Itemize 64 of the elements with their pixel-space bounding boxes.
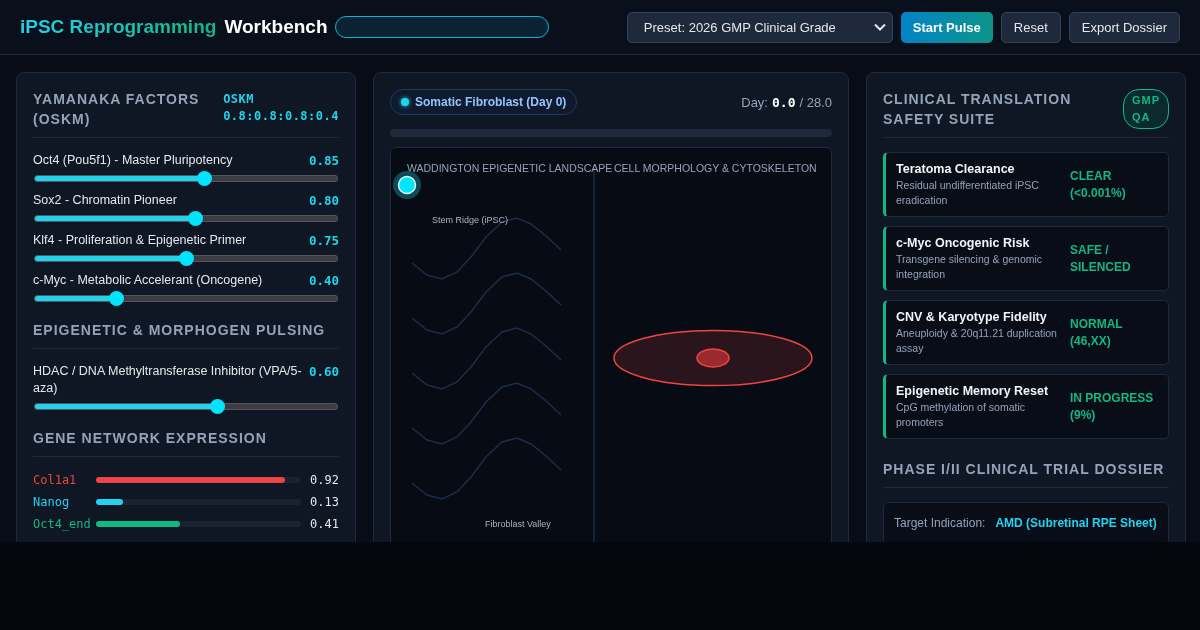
slider-thumb[interactable] xyxy=(197,171,213,186)
preset-dropdown[interactable]: Preset: 2026 GMP Clinical Grade xyxy=(626,11,893,43)
slider-label: c-Myc - Metabolic Accelerant (Oncogene) xyxy=(33,272,263,289)
landscape-label: Stem Ridge (iPSC) xyxy=(432,215,509,225)
day-total: / 28.0 xyxy=(799,94,832,110)
check-description: CpG methylation of somatic promoters xyxy=(896,400,1026,430)
section-title: PHASE I/II CLINICAL TRIAL DOSSIER xyxy=(883,459,1169,488)
check-status: IN PROGRESS (9%) xyxy=(1070,389,1155,424)
check-description: Residual undifferentiated iPSC eradication xyxy=(896,178,1040,208)
expression-value: 0.13 xyxy=(309,494,339,509)
cell-ball-icon xyxy=(393,171,421,199)
slider-thumb[interactable] xyxy=(108,291,124,306)
gene-name: Nanog xyxy=(33,494,71,509)
day-value: 0.0 xyxy=(772,94,796,110)
slider-thumb[interactable] xyxy=(179,251,194,266)
slider-label: Oct4 (Pou5f1) - Master Pluripotency xyxy=(33,152,233,169)
section-title: CLINICAL TRANSLATION SAFETY SUITE xyxy=(883,90,1073,129)
dossier-value: AMD (Subretinal RPE Sheet) xyxy=(995,515,1157,532)
slider-thumb[interactable] xyxy=(188,211,204,226)
check-name: Teratoma Clearance xyxy=(896,161,1016,177)
slider[interactable] xyxy=(33,211,339,226)
slider-value: 0.80 xyxy=(308,192,339,209)
landscape-label: Fibroblast Valley xyxy=(485,519,551,529)
section-title: YAMANAKA FACTORS (OSKM) xyxy=(33,90,201,129)
slider-value: 0.60 xyxy=(308,363,339,381)
slider-label: Sox2 - Chromatin Pioneer xyxy=(33,192,177,209)
section-title: EPIGENETIC & MORPHOGEN PULSING xyxy=(33,320,339,349)
section-title: GENE NETWORK EXPRESSION xyxy=(33,428,339,457)
check-description: Transgene silencing & genomic integration xyxy=(896,252,1044,282)
slider-value: 0.40 xyxy=(308,272,339,289)
header-button[interactable]: Start Pulse xyxy=(900,11,993,43)
slider-value: 0.75 xyxy=(308,232,339,249)
status-dot-icon xyxy=(401,98,409,106)
expression-value: 0.41 xyxy=(309,516,339,531)
slider-thumb[interactable] xyxy=(209,399,225,414)
slider[interactable] xyxy=(33,399,339,414)
check-status: NORMAL (46,XX) xyxy=(1070,315,1124,350)
stage-label: Somatic Fibroblast (Day 0) xyxy=(415,95,567,109)
slider[interactable] xyxy=(33,171,339,186)
app-title: Workbench xyxy=(224,16,328,38)
gene-name: Col1a1 xyxy=(33,472,78,487)
expression-value: 0.92 xyxy=(309,472,339,487)
slider-value: 0.85 xyxy=(308,152,339,169)
header-button[interactable]: Export Dossier xyxy=(1068,11,1180,43)
chevron-icon xyxy=(873,23,886,31)
header-button[interactable]: Reset xyxy=(1000,11,1061,43)
canvas-title: CELL MORPHOLOGY & CYTOSKELETON xyxy=(614,162,817,174)
check-name: Epigenetic Memory Reset xyxy=(896,383,1050,399)
slider[interactable] xyxy=(33,291,339,306)
slider-label: Klf4 - Proliferation & Epigenetic Primer xyxy=(33,232,247,249)
day-label: Day: xyxy=(741,94,768,110)
canvas-title: WADDINGTON EPIGENETIC LANDSCAPE xyxy=(407,162,613,174)
check-description: Aneuploidy & 20q11.21 duplication assay xyxy=(896,326,1058,356)
gene-name: Oct4_end xyxy=(33,516,92,531)
qa-badge: GMP QA xyxy=(1123,89,1169,129)
dossier-label: Target Indication: xyxy=(894,515,986,532)
slider[interactable] xyxy=(33,251,339,266)
ratio-text: OSKM 0.8:0.8:0.8:0.4 xyxy=(223,91,339,125)
check-status: CLEAR (<0.001%) xyxy=(1070,167,1127,202)
input-field[interactable] xyxy=(335,16,550,38)
slider-label: HDAC / DNA Methyltransferase Inhibitor (VPA/5-aza) xyxy=(33,363,303,397)
check-name: CNV & Karyotype Fidelity xyxy=(896,309,1048,325)
check-status: SAFE / SILENCED xyxy=(1070,241,1132,276)
check-name: c-Myc Oncogenic Risk xyxy=(896,235,1031,251)
